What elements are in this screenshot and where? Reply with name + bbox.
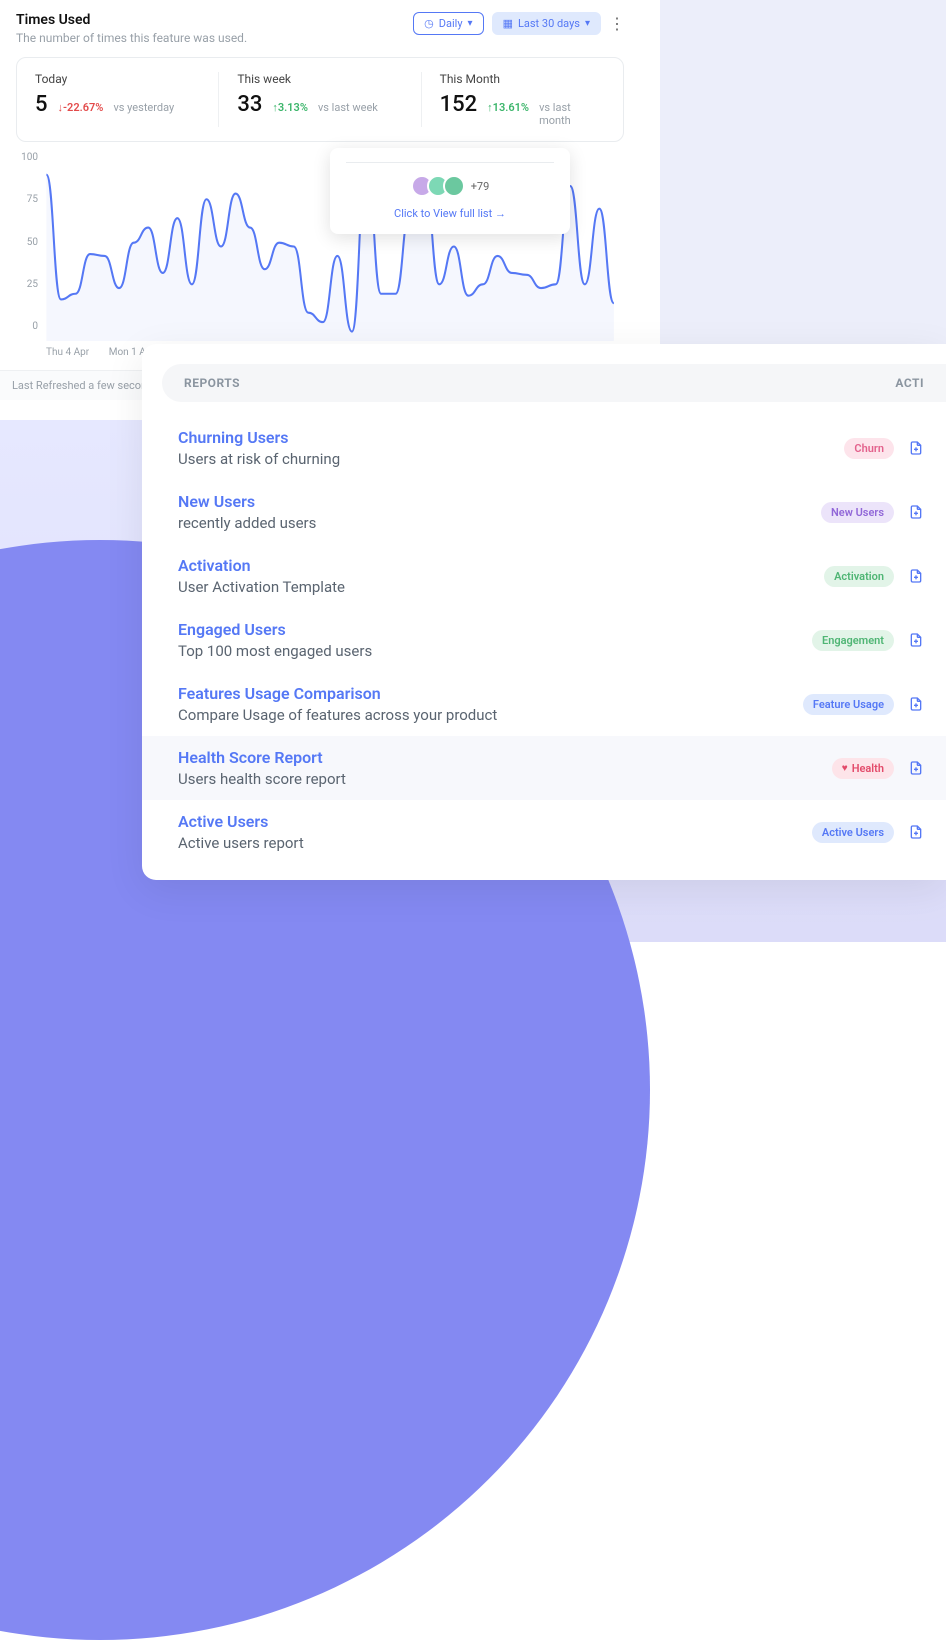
stat-value: 5 — [35, 92, 48, 117]
range-select[interactable]: ▦ Last 30 days ▾ — [492, 12, 601, 35]
y-tick: 100 — [14, 152, 38, 163]
stat-block: Today 5 ↓-22.67% vs yesterday — [17, 72, 219, 127]
more-menu-button[interactable]: ⋮ — [609, 14, 624, 33]
actions-column-header: ACTI — [895, 376, 924, 390]
report-description: Users health score report — [178, 770, 832, 788]
add-report-icon[interactable] — [908, 568, 924, 584]
calendar-icon: ▦ — [503, 17, 513, 30]
reports-panel: REPORTS ACTI Churning Users Users at ris… — [142, 344, 946, 880]
stat-block: This Month 152 ↑13.61% vs last month — [422, 72, 623, 127]
add-report-icon[interactable] — [908, 760, 924, 776]
stat-compare: vs yesterday — [113, 101, 174, 114]
overflow-count: +79 — [471, 180, 490, 193]
stat-label: This week — [237, 72, 402, 86]
report-title[interactable]: Engaged Users — [178, 620, 812, 639]
report-row[interactable]: Features Usage Comparison Compare Usage … — [142, 672, 946, 736]
stat-value: 33 — [237, 92, 262, 117]
stat-compare: vs last month — [539, 101, 605, 127]
add-report-icon[interactable] — [908, 824, 924, 840]
stat-delta: ↓-22.67% — [58, 101, 104, 114]
report-row[interactable]: Churning Users Users at risk of churning… — [142, 416, 946, 480]
report-row[interactable]: Activation User Activation Template Acti… — [142, 544, 946, 608]
y-tick: 50 — [14, 237, 38, 248]
report-row[interactable]: Engaged Users Top 100 most engaged users… — [142, 608, 946, 672]
stat-delta: ↑13.61% — [487, 101, 529, 114]
report-title[interactable]: Active Users — [178, 812, 812, 831]
stat-block: This week 33 ↑3.13% vs last week — [219, 72, 421, 127]
chevron-down-icon: ▾ — [468, 18, 473, 29]
add-report-icon[interactable] — [908, 696, 924, 712]
report-title[interactable]: New Users — [178, 492, 821, 511]
avatar — [443, 175, 465, 197]
granularity-select[interactable]: ◷ Daily ▾ — [413, 12, 483, 35]
reports-column-header: REPORTS — [184, 376, 240, 390]
stat-compare: vs last week — [318, 101, 378, 114]
add-report-icon[interactable] — [908, 504, 924, 520]
report-tag: Churn — [844, 438, 894, 459]
report-tag: Activation — [824, 566, 894, 587]
y-tick: 0 — [14, 321, 38, 332]
view-full-list-link[interactable]: Click to View full list → — [346, 207, 554, 220]
report-row[interactable]: Health Score Report Users health score r… — [142, 736, 946, 800]
stat-value: 152 — [440, 92, 478, 117]
report-tag: Feature Usage — [803, 694, 894, 715]
report-description: Compare Usage of features across your pr… — [178, 706, 803, 724]
report-tag: New Users — [821, 502, 894, 523]
report-description: Active users report — [178, 834, 812, 852]
report-title[interactable]: Activation — [178, 556, 824, 575]
report-description: User Activation Template — [178, 578, 824, 596]
stat-label: Today — [35, 72, 200, 86]
report-description: recently added users — [178, 514, 821, 532]
x-tick: Thu 4 Apr — [46, 347, 89, 358]
add-report-icon[interactable] — [908, 632, 924, 648]
report-description: Top 100 most engaged users — [178, 642, 812, 660]
report-title[interactable]: Health Score Report — [178, 748, 832, 767]
report-row[interactable]: Active Users Active users report Active … — [142, 800, 946, 864]
stat-label: This Month — [440, 72, 605, 86]
y-tick: 75 — [14, 194, 38, 205]
stat-delta: ↑3.13% — [272, 101, 308, 114]
card-subtitle: The number of times this feature was use… — [16, 31, 247, 45]
report-description: Users at risk of churning — [178, 450, 844, 468]
report-row[interactable]: New Users recently added users New Users — [142, 480, 946, 544]
add-report-icon[interactable] — [908, 440, 924, 456]
clock-icon: ◷ — [424, 17, 434, 30]
report-tag: Active Users — [812, 822, 894, 843]
report-title[interactable]: Churning Users — [178, 428, 844, 447]
card-title: Times Used — [16, 12, 247, 28]
report-tag: ♥ Health — [832, 758, 894, 779]
users-popup: +79 Click to View full list → — [330, 148, 570, 234]
report-tag: Engagement — [812, 630, 894, 651]
heart-icon: ♥ — [842, 763, 848, 774]
y-tick: 25 — [14, 279, 38, 290]
chevron-down-icon: ▾ — [585, 18, 590, 29]
stats-row: Today 5 ↓-22.67% vs yesterday This week … — [16, 57, 624, 142]
report-title[interactable]: Features Usage Comparison — [178, 684, 803, 703]
